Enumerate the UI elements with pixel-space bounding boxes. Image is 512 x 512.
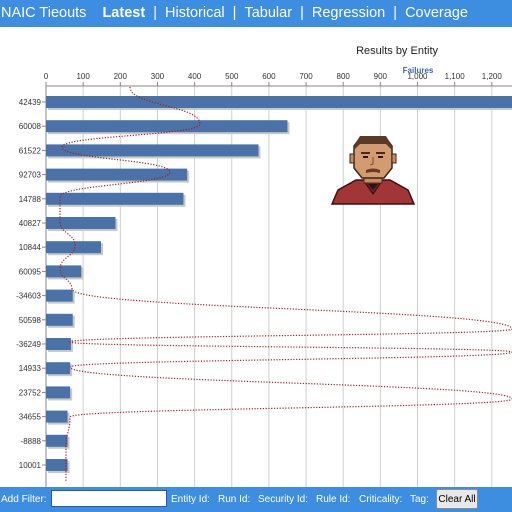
x-tick-label: 100 [76, 72, 90, 81]
y-tick-label: 50598 [19, 316, 42, 325]
x-tick-label: 600 [262, 72, 276, 81]
bar[interactable] [46, 192, 184, 205]
x-axis-ticks: 0 100 200 300 400 500 600 700 800 900 1,000 1,100 1,… [44, 72, 512, 487]
clear-all-button[interactable]: Clear All [436, 489, 478, 509]
nav-separator: | [393, 5, 398, 21]
nav-historical[interactable]: Historical [165, 5, 225, 21]
results-by-entity-chart: Results by Entity Failures 0 100 200 300 400… [16, 45, 512, 487]
x-tick-label: 300 [151, 72, 165, 81]
bar[interactable] [46, 144, 259, 157]
nav-coverage[interactable]: Coverage [405, 5, 468, 21]
x-tick-label: 400 [188, 72, 202, 81]
y-tick-label: 23752 [19, 388, 42, 397]
y-tick-label: 14788 [19, 195, 42, 204]
bar[interactable] [46, 410, 68, 423]
y-tick-label: 10001 [19, 461, 42, 470]
filter-tag[interactable]: Tag: [410, 494, 429, 505]
nav-latest[interactable]: Latest [102, 5, 145, 21]
filter-security-id[interactable]: Security Id: [258, 494, 308, 505]
x-tick-label: 200 [114, 72, 128, 81]
add-filter-label: Add Filter: [1, 494, 47, 505]
bar[interactable] [46, 338, 71, 350]
filter-entity-id[interactable]: Entity Id: [171, 494, 210, 505]
x-tick-label: 800 [337, 72, 351, 81]
user-portrait-icon [330, 136, 416, 205]
filter-bar: Add Filter: Entity Id: Run Id: Security … [0, 487, 512, 512]
filter-run-id[interactable]: Run Id: [218, 494, 250, 505]
bar[interactable] [46, 96, 512, 108]
nav-regression[interactable]: Regression [312, 5, 385, 21]
nav-separator: | [153, 5, 157, 21]
y-tick-label: 61522 [19, 146, 42, 155]
x-tick-label: 700 [299, 72, 313, 81]
filter-criticality[interactable]: Criticality: [359, 494, 402, 505]
x-tick-label: 0 [44, 72, 49, 81]
y-tick-label: -36249 [16, 340, 41, 349]
filter-rule-id[interactable]: Rule Id: [316, 494, 350, 505]
bar[interactable] [46, 313, 73, 326]
bar[interactable] [46, 217, 116, 229]
y-tick-label: -34603 [16, 292, 41, 301]
chart-bars[interactable] [46, 96, 512, 473]
filter-input[interactable] [51, 490, 167, 507]
app-title: NAIC Tieouts [1, 5, 87, 21]
y-tick-label: 40827 [19, 219, 42, 228]
y-tick-label: 34655 [19, 413, 42, 422]
bar[interactable] [46, 289, 73, 302]
bar[interactable] [46, 459, 68, 471]
bar[interactable] [46, 120, 288, 133]
bar[interactable] [46, 386, 71, 399]
bar[interactable] [46, 265, 82, 278]
top-nav-bar: NAIC Tieouts Latest | Historical | Tabul… [0, 0, 512, 27]
x-tick-label: 1,100 [445, 72, 466, 81]
nav-separator: | [232, 5, 237, 21]
y-tick-label: 60008 [19, 122, 42, 131]
y-tick-label: 42439 [19, 98, 42, 107]
bar[interactable] [46, 434, 68, 447]
y-tick-label: -8888 [21, 437, 42, 446]
x-tick-label: 500 [225, 72, 239, 81]
bar[interactable] [46, 168, 188, 181]
y-tick-label: 10844 [19, 243, 42, 252]
nav-tabular[interactable]: Tabular [244, 5, 292, 21]
nav-separator: | [300, 5, 304, 21]
y-tick-label: 14933 [19, 364, 42, 373]
y-tick-label: 60095 [19, 267, 42, 276]
x-tick-label: 1,000 [407, 72, 428, 81]
chart-title: Results by Entity [356, 45, 438, 57]
x-tick-label: 900 [374, 72, 388, 81]
bar[interactable] [46, 362, 71, 375]
y-axis-labels: 42439 60008 61522 92703 14788 40827 10844 60095… [16, 98, 46, 470]
y-tick-label: 92703 [19, 171, 42, 180]
x-tick-label: 1,200 [482, 72, 503, 81]
